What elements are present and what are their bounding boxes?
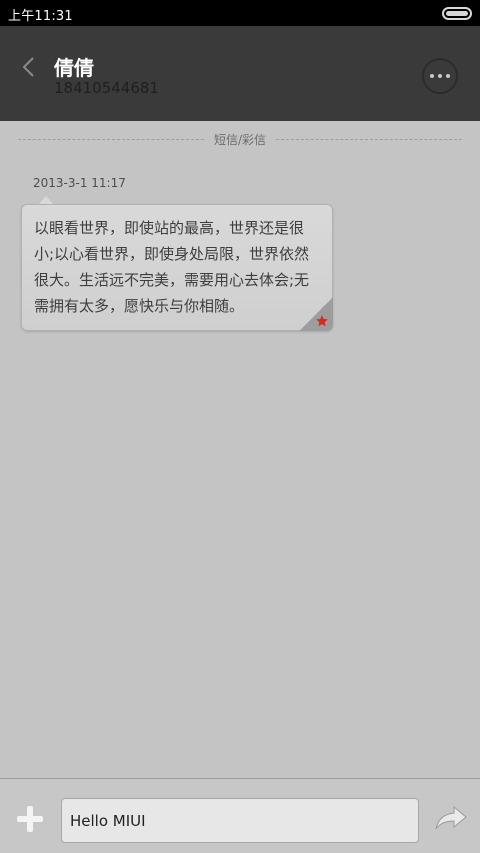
send-arrow-icon: [435, 805, 467, 830]
more-dots-icon: [430, 74, 434, 78]
add-attachment-button[interactable]: [12, 801, 48, 837]
message-timestamp: 2013-3-1 11:17: [33, 176, 126, 190]
status-bar: 上午11:31: [0, 0, 480, 26]
status-time: 上午11:31: [8, 9, 73, 24]
star-icon: [316, 315, 328, 327]
thread-divider: 短信/彩信: [18, 130, 462, 150]
plus-icon: [17, 806, 43, 832]
back-button[interactable]: [12, 50, 46, 84]
send-button[interactable]: [432, 800, 470, 836]
chevron-left-icon: [22, 57, 34, 77]
composer-bar: Hello MIUI: [0, 778, 480, 853]
battery-icon: [442, 7, 472, 20]
contact-name[interactable]: 倩倩: [54, 52, 94, 81]
conversation-header: 倩倩 18410544681: [0, 26, 480, 121]
message-bubble[interactable]: 以眼看世界，即使站的最高，世界还是很小;以心看世界，即使身处局限，世界依然很大。…: [21, 204, 333, 331]
divider-line-right: [276, 139, 462, 140]
message-text: 以眼看世界，即使站的最高，世界还是很小;以心看世界，即使身处局限，世界依然很大。…: [34, 219, 310, 315]
contact-number: 18410544681: [54, 79, 159, 97]
message-input[interactable]: Hello MIUI: [61, 798, 419, 843]
bubble-corner-fold: [299, 297, 333, 331]
more-button[interactable]: [422, 58, 458, 94]
